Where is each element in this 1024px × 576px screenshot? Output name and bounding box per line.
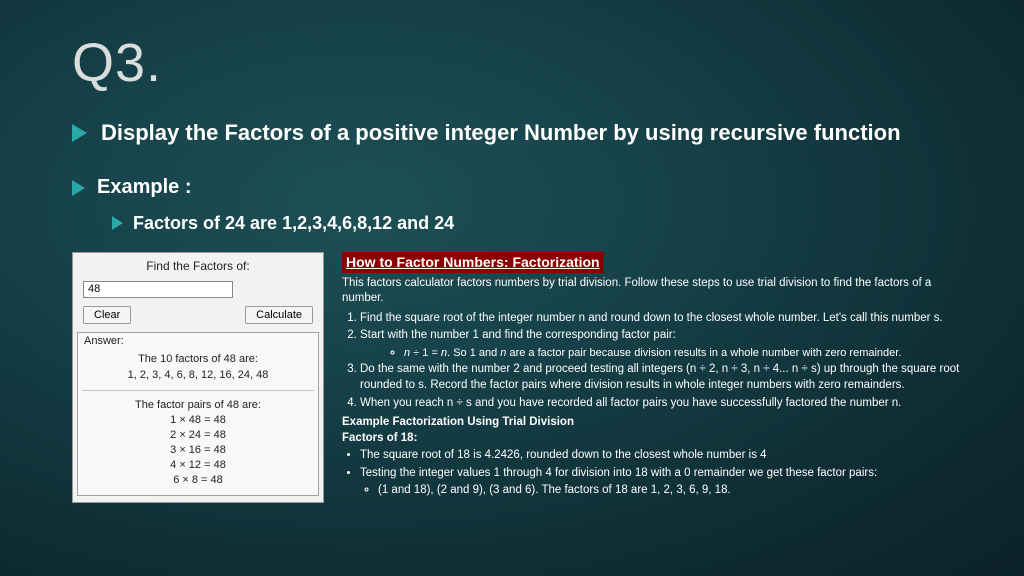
example-list: The square root of 18 is 4.2426, rounded… (360, 448, 968, 499)
explanation-heading: How to Factor Numbers: Factorization (342, 252, 604, 273)
pair-row: 1 × 48 = 48 (82, 413, 314, 428)
bullet-2: Example : (72, 176, 968, 199)
steps-list: Find the square root of the integer numb… (360, 311, 968, 411)
answer-label: Answer: (78, 333, 318, 349)
explanation: How to Factor Numbers: Factorization Thi… (342, 252, 968, 504)
pair-row: 6 × 8 = 48 (82, 473, 314, 488)
example-subitem: (1 and 18), (2 and 9), (3 and 6). The fa… (378, 483, 968, 499)
number-input[interactable] (83, 281, 233, 298)
play-icon (72, 180, 85, 196)
bullet-3: Factors of 24 are 1,2,3,4,6,8,12 and 24 (112, 213, 968, 234)
factor-pairs: 1 × 48 = 48 2 × 24 = 48 3 × 16 = 48 4 × … (82, 413, 314, 487)
answer-line-2: The factor pairs of 48 are: (82, 397, 314, 414)
step-item: Do the same with the number 2 and procee… (360, 362, 968, 393)
explanation-intro: This factors calculator factors numbers … (342, 276, 968, 307)
example-item: Testing the integer values 1 through 4 f… (360, 466, 968, 499)
slide: Q3. Display the Factors of a positive in… (0, 0, 1024, 576)
bullet-2-text: Example : (97, 176, 191, 199)
example-subtitle: Factors of 18: (342, 431, 968, 447)
pair-row: 4 × 12 = 48 (82, 458, 314, 473)
pair-row: 3 × 16 = 48 (82, 443, 314, 458)
answer-factors: 1, 2, 3, 4, 6, 8, 12, 16, 24, 48 (82, 367, 314, 384)
calc-heading: Find the Factors of: (73, 253, 323, 277)
play-icon (72, 124, 87, 142)
example-title: Example Factorization Using Trial Divisi… (342, 415, 968, 431)
answer-line-1: The 10 factors of 48 are: (82, 351, 314, 368)
step-item: When you reach n ÷ s and you have record… (360, 396, 968, 412)
bullet-3-text: Factors of 24 are 1,2,3,4,6,8,12 and 24 (133, 213, 454, 234)
step-subitem: n ÷ 1 = n. So 1 and n are a factor pair … (404, 346, 968, 361)
clear-button[interactable]: Clear (83, 306, 131, 324)
slide-title: Q3. (72, 32, 968, 94)
play-icon (112, 216, 123, 230)
pair-row: 2 × 24 = 48 (82, 428, 314, 443)
step-item: Find the square root of the integer numb… (360, 311, 968, 327)
bullet-1-text: Display the Factors of a positive intege… (101, 118, 901, 148)
bullet-1: Display the Factors of a positive intege… (72, 118, 968, 148)
content-columns: Find the Factors of: Clear Calculate Ans… (72, 252, 968, 504)
step-item: Start with the number 1 and find the cor… (360, 328, 968, 360)
example-item: The square root of 18 is 4.2426, rounded… (360, 448, 968, 464)
factor-calculator: Find the Factors of: Clear Calculate Ans… (72, 252, 324, 504)
step2-sub-text: So 1 and n are a factor pair because div… (453, 347, 901, 359)
answer-panel: Answer: The 10 factors of 48 are: 1, 2, … (77, 332, 319, 497)
calculate-button[interactable]: Calculate (245, 306, 313, 324)
